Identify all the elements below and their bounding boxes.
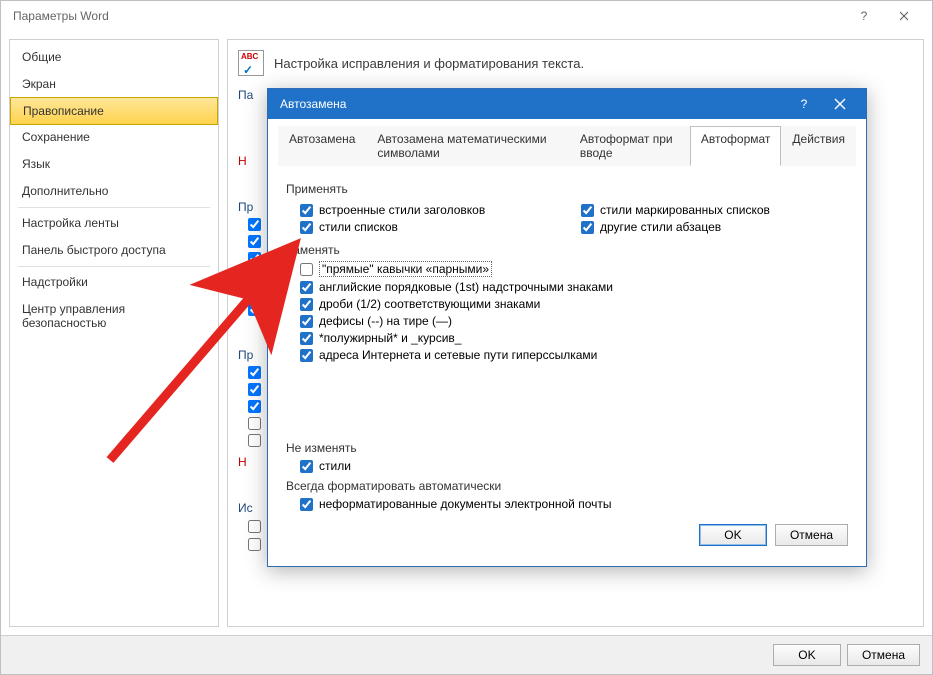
apply-checkbox[interactable] (581, 221, 594, 234)
spellcheck-icon (238, 50, 264, 76)
sidebar-item[interactable]: Надстройки (10, 269, 218, 296)
sidebar-item[interactable]: Сохранение (10, 124, 218, 151)
apply-label[interactable]: стили маркированных списков (600, 203, 770, 217)
apply-row: другие стили абзацев (581, 220, 848, 234)
bg-checkbox[interactable] (248, 252, 261, 265)
main-titlebar: Параметры Word ? (1, 1, 932, 31)
apply-row: стили маркированных списков (581, 203, 848, 217)
replace-checkbox[interactable] (300, 315, 313, 328)
autocorrect-dialog: Автозамена ? АвтозаменаАвтозамена матема… (267, 88, 867, 567)
always-group-label: Всегда форматировать автоматически (286, 479, 848, 493)
modal-cancel-button[interactable]: Отмена (775, 524, 848, 546)
tab[interactable]: Автоформат при вводе (569, 126, 690, 166)
close-button[interactable] (884, 1, 924, 31)
tab-content: Применять встроенные стили заголовков сти… (278, 166, 856, 511)
apply-group-label: Применять (286, 182, 848, 196)
sidebar-item[interactable]: Центр управления безопасностью (10, 296, 218, 337)
replace-row: "прямые" кавычки «парными» (300, 261, 848, 277)
tab[interactable]: Автозамена (278, 126, 366, 166)
always-label[interactable]: неформатированные документы электронной … (319, 497, 611, 511)
preserve-group-label: Не изменять (286, 441, 848, 455)
replace-group-label: Заменять (286, 243, 848, 257)
cancel-button[interactable]: Отмена (847, 644, 920, 666)
replace-row: дроби (1/2) соответствующими знаками (300, 297, 848, 311)
bg-checkbox[interactable] (248, 235, 261, 248)
sidebar-item[interactable]: Язык (10, 151, 218, 178)
bg-checkbox[interactable] (248, 366, 261, 379)
apply-checkbox[interactable] (300, 204, 313, 217)
tab[interactable]: Автозамена математическими символами (366, 126, 568, 166)
apply-label[interactable]: стили списков (319, 220, 398, 234)
tab[interactable]: Автоформат (690, 126, 782, 166)
sidebar-item[interactable]: Правописание (10, 97, 218, 125)
main-footer: OK Отмена (1, 635, 932, 674)
bg-checkbox[interactable] (248, 303, 261, 316)
main-title: Параметры Word (9, 9, 844, 23)
bg-checkbox[interactable] (248, 269, 261, 282)
preserve-label[interactable]: стили (319, 459, 351, 473)
replace-row: дефисы (--) на тире (—) (300, 314, 848, 328)
apply-row: встроенные стили заголовков (300, 203, 567, 217)
tabstrip: АвтозаменаАвтозамена математическими сим… (278, 125, 856, 166)
replace-checkbox[interactable] (300, 332, 313, 345)
replace-label[interactable]: английские порядковые (1st) надстрочными… (319, 280, 613, 294)
hide-ortho-checkbox[interactable] (248, 520, 261, 533)
replace-label[interactable]: адреса Интернета и сетевые пути гиперссы… (319, 348, 597, 362)
replace-row: английские порядковые (1st) надстрочными… (300, 280, 848, 294)
modal-footer: OK Отмена (278, 514, 856, 556)
sidebar-item[interactable]: Дополнительно (10, 178, 218, 205)
content-header: Настройка исправления и форматирования т… (238, 50, 913, 76)
replace-checkbox[interactable] (300, 263, 313, 276)
preserve-checkbox[interactable] (300, 460, 313, 473)
sidebar-item[interactable]: Общие (10, 44, 218, 71)
apply-checkboxes: встроенные стили заголовков стили списков… (286, 200, 848, 237)
modal-ok-button[interactable]: OK (699, 524, 767, 546)
sidebar-item[interactable]: Панель быстрого доступа (10, 237, 218, 264)
modal-title: Автозамена (280, 97, 786, 111)
sidebar-item[interactable]: Настройка ленты (10, 210, 218, 237)
modal-body: АвтозаменаАвтозамена математическими сим… (268, 119, 866, 566)
sidebar-separator (18, 266, 210, 267)
replace-checkbox[interactable] (300, 298, 313, 311)
hide-gram-checkbox[interactable] (248, 538, 261, 551)
ok-button[interactable]: OK (773, 644, 841, 666)
apply-label[interactable]: другие стили абзацев (600, 220, 721, 234)
replace-row: *полужирный* и _курсив_ (300, 331, 848, 345)
bg-checkbox[interactable] (248, 417, 261, 430)
content-heading: Настройка исправления и форматирования т… (274, 56, 584, 71)
always-checkbox[interactable] (300, 498, 313, 511)
sidebar: ОбщиеЭкранПравописаниеСохранениеЯзыкДопо… (9, 39, 219, 627)
apply-row: стили списков (300, 220, 567, 234)
bg-checkbox[interactable] (248, 286, 261, 299)
modal-close-button[interactable] (822, 89, 858, 119)
replace-label[interactable]: *полужирный* и _курсив_ (319, 331, 461, 345)
replace-label[interactable]: дефисы (--) на тире (—) (319, 314, 452, 328)
bg-checkbox[interactable] (248, 383, 261, 396)
bg-checkbox[interactable] (248, 400, 261, 413)
bg-checkbox[interactable] (248, 218, 261, 231)
apply-label[interactable]: встроенные стили заголовков (319, 203, 485, 217)
preserve-row: стили (300, 459, 848, 473)
replace-label[interactable]: "прямые" кавычки «парными» (319, 261, 492, 277)
bg-checkbox[interactable] (248, 434, 261, 447)
modal-titlebar: Автозамена ? (268, 89, 866, 119)
always-row: неформатированные документы электронной … (300, 497, 848, 511)
replace-checkbox[interactable] (300, 281, 313, 294)
replace-row: адреса Интернета и сетевые пути гиперссы… (300, 348, 848, 362)
apply-checkbox[interactable] (581, 204, 594, 217)
apply-checkbox[interactable] (300, 221, 313, 234)
modal-help-button[interactable]: ? (786, 89, 822, 119)
sidebar-separator (18, 207, 210, 208)
replace-label[interactable]: дроби (1/2) соответствующими знаками (319, 297, 540, 311)
help-button[interactable]: ? (844, 1, 884, 31)
replace-checkbox[interactable] (300, 349, 313, 362)
tab[interactable]: Действия (781, 126, 856, 166)
sidebar-item[interactable]: Экран (10, 71, 218, 98)
